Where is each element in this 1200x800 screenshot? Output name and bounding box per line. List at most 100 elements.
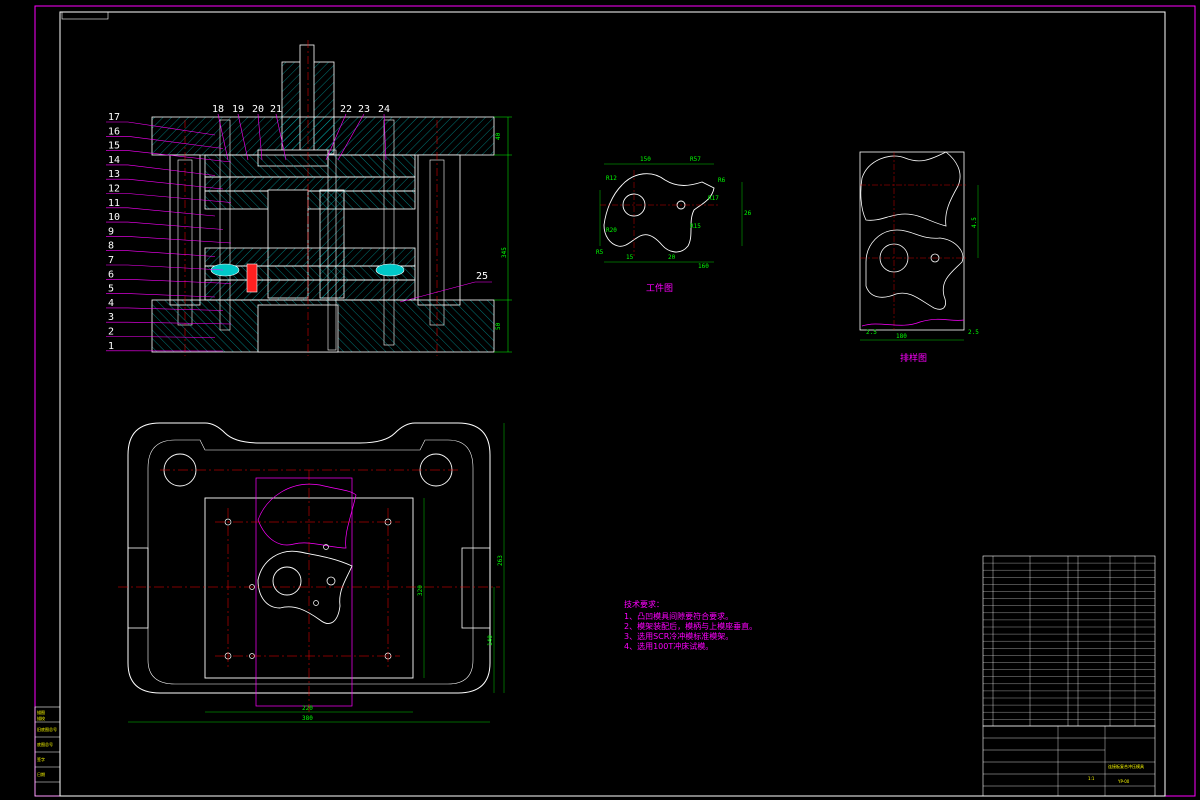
strip-part-upper <box>860 151 961 227</box>
strip-view-caption: 排样图 <box>900 352 927 364</box>
callout-1: 1 <box>108 341 114 352</box>
plan-base-inner <box>147 439 474 685</box>
strip-outline <box>859 151 965 331</box>
plan-side-slot-left <box>127 547 149 629</box>
title-block: 连接板复合冲压模具 YP-00 1:1 <box>982 725 1156 797</box>
callout-14: 14 <box>108 155 120 166</box>
parts-list-frame <box>982 555 1156 727</box>
callout-19: 19 <box>232 104 244 115</box>
technical-requirements: 技术要求： 1、凸凹模具间隙要符合要求。 2、模架装配后，模柄与上模座垂直。 3… <box>624 599 757 651</box>
callout-3: 3 <box>108 312 114 323</box>
stamp-label-2: 描校 <box>37 715 45 721</box>
parts-list <box>982 555 1156 727</box>
requirement-4: 4、选用100T冲床试模。 <box>624 641 713 651</box>
plan-part-hole <box>272 566 302 596</box>
plan-dim-220: 220 <box>302 705 313 712</box>
requirement-1: 1、凸凹模具间隙要符合要求。 <box>624 611 733 621</box>
part-dim-r17: R17 <box>708 195 719 202</box>
callout-10: 10 <box>108 212 120 223</box>
callout-17: 17 <box>108 112 120 123</box>
callout-8: 8 <box>108 241 114 252</box>
plan-dim-320: 320 <box>417 585 424 596</box>
callout-5: 5 <box>108 284 114 295</box>
callout-6: 6 <box>108 269 114 280</box>
rubber-spring-left <box>210 263 240 277</box>
part-dim-26: 26 <box>744 210 752 217</box>
callout-12: 12 <box>108 184 120 195</box>
title-block-title: 连接板复合冲压模具 <box>1108 763 1144 769</box>
section-view: 1716151413121110987654321 18 19 20 21 22 23 24… <box>106 40 512 356</box>
plan-view: 220 380 320 263 140 <box>118 422 505 723</box>
requirements-title: 技术要求： <box>624 599 664 609</box>
parts-list-rows <box>983 562 1155 720</box>
callout-20: 20 <box>252 104 264 115</box>
die-plate <box>204 247 416 267</box>
part-outline <box>603 173 715 253</box>
stamp-label-4: 底图总号 <box>37 741 53 747</box>
part-dim-15: 15 <box>626 254 634 261</box>
plan-dim-140: 140 <box>487 635 494 646</box>
title-block-frame <box>982 725 1156 797</box>
strip-dim-2-5b: 2.5 <box>968 329 979 336</box>
callout-13: 13 <box>108 169 120 180</box>
plan-dim-263: 263 <box>497 555 504 566</box>
part-dim-r6: R6 <box>718 177 726 184</box>
stripper-plate <box>204 190 416 210</box>
rubber-spring-right <box>375 263 405 277</box>
callout-2: 2 <box>108 327 114 338</box>
drawing-number-box <box>61 11 109 20</box>
lower-fixing-plate <box>204 279 416 301</box>
plan-part-upper <box>257 483 357 549</box>
part-view: 150 R57 R12 R17 R15 R20 R6 R5 15 20 26 1… <box>596 156 752 294</box>
spring-block <box>246 263 258 293</box>
stamp-label-6: 日期 <box>37 771 45 777</box>
part-dim-150: 150 <box>640 156 651 163</box>
plan-dim-380: 380 <box>302 715 313 722</box>
strip-bottom-edge <box>861 318 965 327</box>
callout-7: 7 <box>108 255 114 266</box>
requirement-3: 3、选用SCR冷冲模标准模架。 <box>624 631 733 641</box>
part-dim-r15: R15 <box>690 223 701 230</box>
callout-9: 9 <box>108 226 114 237</box>
callout-24: 24 <box>378 104 390 115</box>
cad-drawing-canvas: 1716151413121110987654321 18 19 20 21 22 23 24… <box>34 5 1196 797</box>
part-dim-r5: R5 <box>596 249 604 256</box>
plan-part-small-hole <box>326 576 336 586</box>
callout-18: 18 <box>212 104 224 115</box>
plan-pin-4 <box>313 600 319 606</box>
title-block-drawing-no: YP-00 <box>1117 779 1130 784</box>
lower-seat-relief <box>257 304 339 353</box>
part-view-caption: 工件图 <box>646 282 673 294</box>
stamp-label-3: 旧底图总号 <box>37 726 57 732</box>
stamp-label-1: 描图 <box>37 709 45 715</box>
dim-345: 345 <box>501 247 508 258</box>
strip-dim-4-5: 4.5 <box>971 217 978 228</box>
callout-4: 4 <box>108 298 114 309</box>
part-dim-r57: R57 <box>690 156 701 163</box>
title-block-scale: 1:1 <box>1088 776 1095 781</box>
callout-21: 21 <box>270 104 282 115</box>
callout-16: 16 <box>108 126 120 137</box>
part-dim-r12: R12 <box>606 175 617 182</box>
strip-view: 180 2.5 2.5 4.5 排样图 <box>859 151 979 364</box>
plan-side-slot-right <box>461 547 491 629</box>
part-dim-160: 160 <box>698 263 709 270</box>
dim-50: 50 <box>495 322 502 330</box>
callout-25: 25 <box>476 271 488 282</box>
punch-holder <box>204 154 416 178</box>
callout-11: 11 <box>108 198 120 209</box>
callout-23: 23 <box>358 104 370 115</box>
guide-bush-right <box>417 154 461 306</box>
part-dim-r20: R20 <box>606 227 617 234</box>
strip-dim-2-5a: 2.5 <box>866 329 877 336</box>
dim-40: 40 <box>495 132 502 140</box>
upper-die-seat <box>151 116 495 156</box>
left-stamp-column: 描图 描校 旧底图总号 底图总号 签字 日期 <box>34 706 61 797</box>
strip-part-lower <box>865 229 964 310</box>
plan-part-lower <box>257 550 353 624</box>
callout-22: 22 <box>340 104 352 115</box>
requirement-2: 2、模架装配后，模柄与上模座垂直。 <box>624 621 757 631</box>
plan-strip-band <box>255 477 353 707</box>
strip-dim-180: 180 <box>896 333 907 340</box>
part-dim-20: 20 <box>668 254 676 261</box>
